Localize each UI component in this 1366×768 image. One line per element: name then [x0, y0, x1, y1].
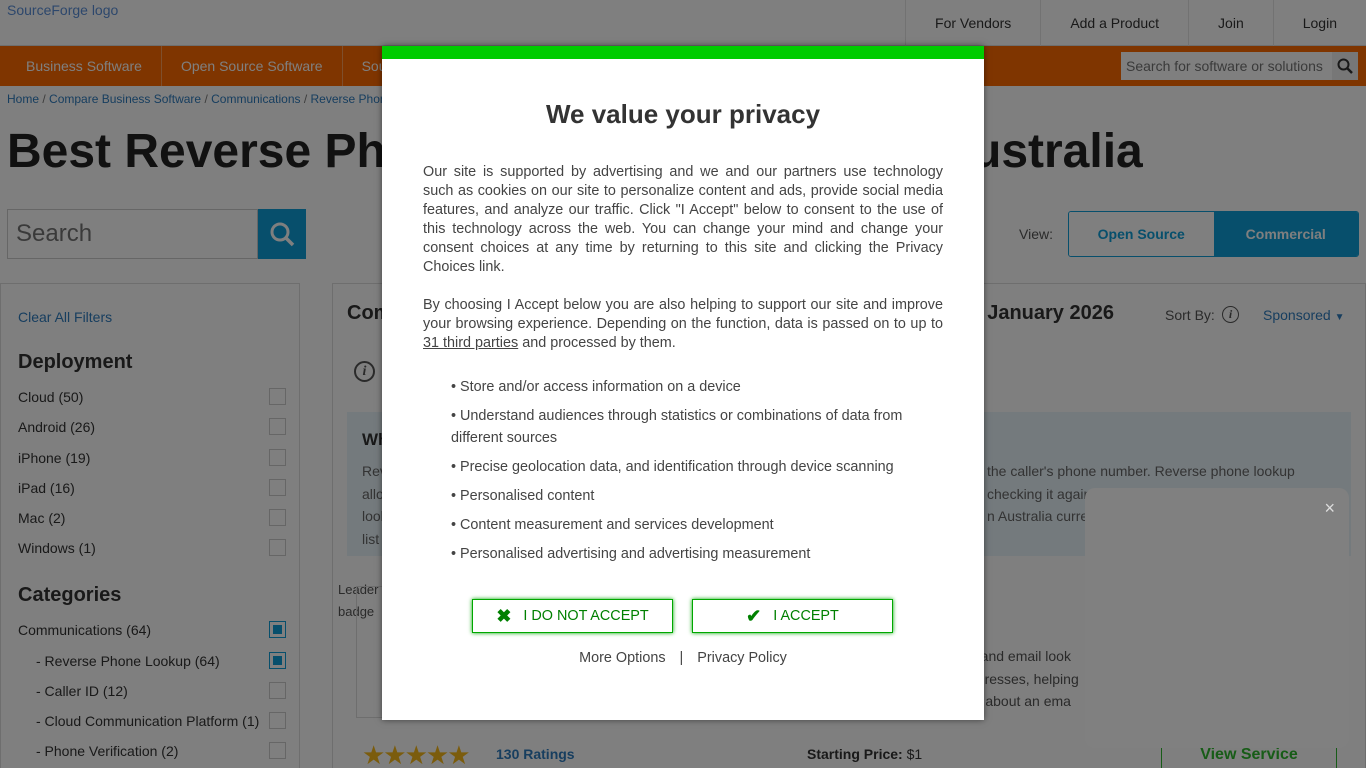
third-parties-link[interactable]: 31 third parties [423, 335, 518, 351]
privacy-consent-dialog: We value your privacy Our site is suppor… [382, 46, 984, 720]
close-icon[interactable]: × [1324, 498, 1335, 519]
consent-paragraph-2: By choosing I Accept below you are also … [423, 297, 943, 351]
purpose-item: • Content measurement and services devel… [451, 517, 774, 533]
privacy-policy-link[interactable]: Privacy Policy [697, 650, 787, 666]
purpose-item: • Personalised advertising and advertisi… [451, 546, 811, 562]
more-options-link[interactable]: More Options [579, 650, 665, 666]
consent-links: More Options | Privacy Policy [382, 650, 984, 666]
ad-placeholder: × [1085, 488, 1349, 748]
purpose-item: • Precise geolocation data, and identifi… [451, 459, 894, 475]
accept-button[interactable]: ✔ I ACCEPT [692, 599, 893, 633]
consent-paragraph-1: Our site is supported by advertising and… [423, 164, 943, 275]
purpose-item: • Personalised content [451, 488, 595, 504]
x-icon: ✖ [496, 605, 512, 626]
purpose-item: • Store and/or access information on a d… [451, 379, 741, 395]
reject-button[interactable]: ✖ I DO NOT ACCEPT [472, 599, 673, 633]
checkmark-icon: ✔ [746, 605, 762, 626]
link-separator: | [679, 650, 684, 666]
purpose-item: • Understand audiences through statistic… [451, 408, 903, 446]
consent-purposes-list: • Store and/or access information on a d… [451, 376, 921, 572]
consent-title: We value your privacy [545, 99, 821, 129]
